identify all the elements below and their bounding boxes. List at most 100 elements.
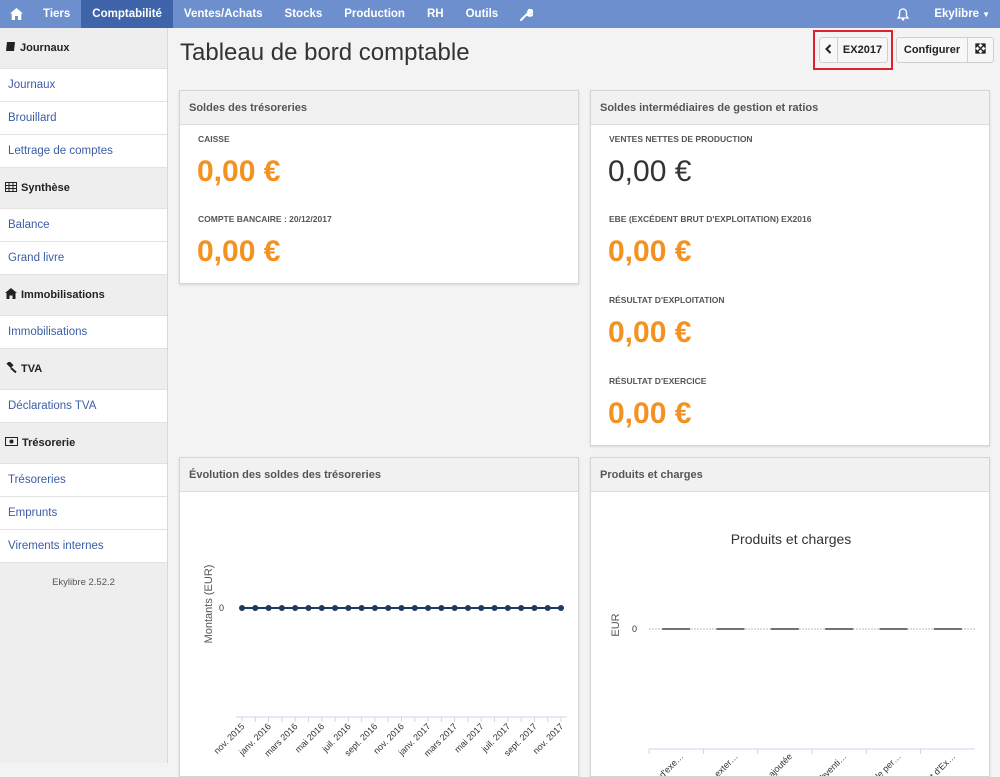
kpi-value: 0,00 € xyxy=(608,397,692,430)
sidebar-item-journaux[interactable]: Journaux xyxy=(0,69,167,102)
panel-title: Soldes des trésoreries xyxy=(180,91,578,125)
sidebar: Journaux Journaux Brouillard Lettrage de… xyxy=(0,28,168,763)
sidebar-item-brouillard[interactable]: Brouillard xyxy=(0,102,167,135)
notifications-button[interactable] xyxy=(883,0,923,28)
book-icon xyxy=(5,41,16,55)
chart-title: Produits et charges xyxy=(731,531,852,547)
panel-title: Produits et charges xyxy=(591,458,989,492)
x-tick-label: …de d'exe… xyxy=(642,751,686,777)
main-content: Tableau de bord comptable EX2017 Configu… xyxy=(168,28,1000,777)
treasury-evolution-panel: Évolution des soldes des trésoreries Mon… xyxy=(179,457,579,777)
bar xyxy=(879,628,908,630)
kpi-label: COMPTE BANCAIRE : 20/12/2017 xyxy=(198,214,332,224)
previous-year-button[interactable] xyxy=(819,37,838,63)
data-point xyxy=(531,605,538,611)
y-tick-label: 0 xyxy=(632,624,637,634)
data-point xyxy=(464,605,471,611)
kpi-label: EBE (EXCÉDENT BRUT D'EXPLOITATION) EX201… xyxy=(609,214,812,224)
wrench-icon xyxy=(520,8,534,21)
sidebar-section-tresorerie: Trésorerie xyxy=(0,423,167,463)
sidebar-section-tva: TVA xyxy=(0,349,167,389)
kpi-label: RÉSULTAT D'EXPLOITATION xyxy=(609,295,725,305)
data-point xyxy=(371,605,378,611)
kpi-label: CAISSE xyxy=(198,134,230,144)
sidebar-item-declarations-tva[interactable]: Déclarations TVA xyxy=(0,390,167,423)
data-point xyxy=(478,605,485,611)
data-point xyxy=(265,605,272,611)
y-tick-label: 0 xyxy=(219,603,224,613)
home-icon xyxy=(5,288,17,302)
data-point xyxy=(239,605,245,611)
user-name: Ekylibre xyxy=(934,8,980,20)
nav-stocks[interactable]: Stocks xyxy=(274,0,334,28)
money-icon xyxy=(5,437,18,449)
x-tick-label: …rut d'Ex… xyxy=(916,751,957,777)
treasury-balances-panel: Soldes des trésoreries CAISSE 0,00 € COM… xyxy=(179,90,579,284)
x-tick-label: mai 2017 xyxy=(452,721,485,754)
bell-icon xyxy=(897,7,910,21)
kpi-value: 0,00 € xyxy=(608,235,692,268)
sidebar-item-tresoreries[interactable]: Trésoreries xyxy=(0,464,167,497)
y-axis-label: Montants (EUR) xyxy=(203,565,215,644)
data-point xyxy=(332,605,339,611)
nav-tiers[interactable]: Tiers xyxy=(32,0,81,28)
kpi-value: 0,00 € xyxy=(608,316,692,349)
nav-rh[interactable]: RH xyxy=(416,0,455,28)
data-point xyxy=(558,605,564,611)
kpi-value: 0,00 € xyxy=(197,235,281,268)
bar xyxy=(770,628,799,630)
bar xyxy=(933,628,962,630)
table-icon xyxy=(5,181,17,195)
data-point xyxy=(385,605,392,611)
user-menu[interactable]: Ekylibre ▼ xyxy=(923,0,1000,28)
sidebar-item-grand-livre[interactable]: Grand livre xyxy=(0,242,167,275)
panel-title: Soldes intermédiaires de gestion et rati… xyxy=(591,91,989,125)
data-point xyxy=(252,605,259,611)
data-point xyxy=(358,605,365,611)
nav-outils[interactable]: Outils xyxy=(455,0,510,28)
data-point xyxy=(278,605,285,611)
x-tick-label: …subventi… xyxy=(805,751,849,777)
sidebar-item-balance[interactable]: Balance xyxy=(0,209,167,242)
data-point xyxy=(411,605,418,611)
nav-ventes-achats[interactable]: Ventes/Achats xyxy=(173,0,274,28)
page-title: Tableau de bord comptable xyxy=(180,39,470,66)
x-tick-label: …s de per… xyxy=(860,751,903,777)
top-navbar: Tiers Comptabilité Ventes/Achats Stocks … xyxy=(0,0,1000,28)
data-point xyxy=(292,605,299,611)
sig-ratios-panel: Soldes intermédiaires de gestion et rati… xyxy=(590,90,990,446)
nav-settings[interactable] xyxy=(509,0,544,28)
sidebar-item-immobilisations[interactable]: Immobilisations xyxy=(0,316,167,349)
products-charges-panel: Produits et charges Produits et charges E… xyxy=(590,457,990,777)
nav-production[interactable]: Production xyxy=(333,0,416,28)
bar xyxy=(716,628,745,630)
sidebar-section-synthese: Synthèse xyxy=(0,168,167,208)
data-point xyxy=(318,605,325,611)
y-axis-label: EUR xyxy=(610,613,622,636)
kpi-value: 0,00 € xyxy=(197,155,281,188)
data-point xyxy=(438,605,445,611)
x-tick-label: …ges exter… xyxy=(694,751,740,777)
kpi-label: VENTES NETTES DE PRODUCTION xyxy=(609,134,753,144)
data-point xyxy=(504,605,511,611)
bar xyxy=(825,628,854,630)
fullscreen-button[interactable] xyxy=(967,37,994,63)
home-icon xyxy=(9,8,23,20)
configure-button[interactable]: Configurer xyxy=(896,37,968,63)
data-point xyxy=(305,605,312,611)
caret-down-icon: ▼ xyxy=(982,9,990,19)
data-point xyxy=(425,605,432,611)
sidebar-item-lettrage[interactable]: Lettrage de comptes xyxy=(0,135,167,168)
panel-title: Évolution des soldes des trésoreries xyxy=(180,458,578,492)
sidebar-item-virements-internes[interactable]: Virements internes xyxy=(0,530,167,563)
sidebar-item-emprunts[interactable]: Emprunts xyxy=(0,497,167,530)
x-tick-label: …ur ajoutée xyxy=(753,751,795,777)
bar xyxy=(662,628,691,630)
gavel-icon xyxy=(5,360,17,376)
nav-comptabilite[interactable]: Comptabilité xyxy=(81,0,173,28)
data-point xyxy=(451,605,458,611)
financial-year-button[interactable]: EX2017 xyxy=(837,37,888,63)
home-button[interactable] xyxy=(0,0,32,28)
sidebar-section-journaux: Journaux xyxy=(0,28,167,68)
x-tick-label: mai 2016 xyxy=(293,721,326,754)
